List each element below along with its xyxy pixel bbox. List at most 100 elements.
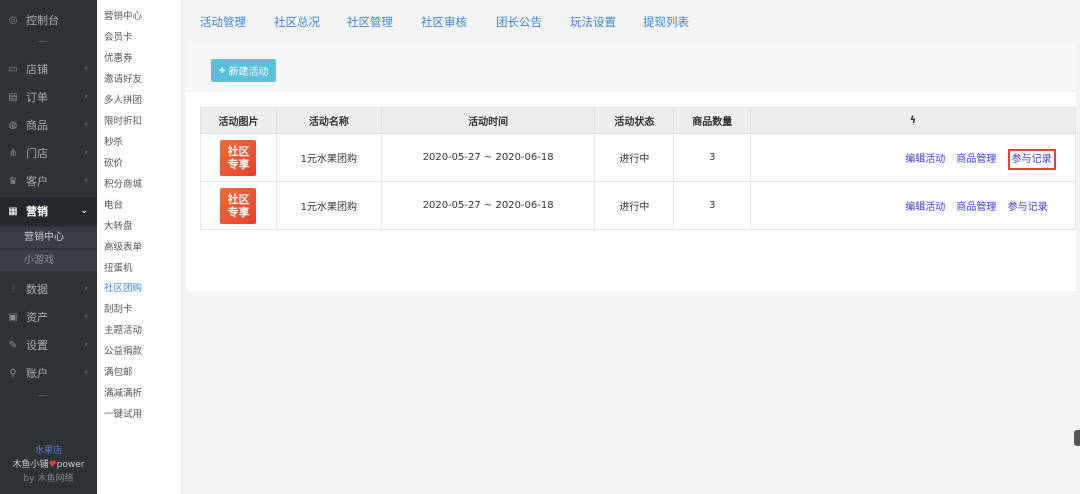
activity-time: 2020-05-27 ~ 2020-06-18 bbox=[380, 133, 596, 182]
brand-line: 木鱼小铺♥power bbox=[12, 460, 85, 470]
chevron-left-icon: ‹ bbox=[84, 64, 88, 74]
column-header: 商品数量 bbox=[673, 107, 752, 134]
submenu-item[interactable]: 主题活动 bbox=[104, 322, 142, 340]
sidebar-sub-mini-games[interactable]: 小游戏 bbox=[0, 250, 97, 271]
goods-count: 3 bbox=[673, 181, 752, 230]
submenu-item[interactable]: 限时折扣 bbox=[104, 113, 142, 131]
tab-activity-management[interactable]: 活动管理 bbox=[200, 14, 246, 30]
chevron-left-icon: ‹ bbox=[84, 92, 88, 102]
row-actions: 编辑活动 商品管理 参与记录 bbox=[750, 133, 1076, 182]
order-icon: ▤ bbox=[8, 91, 18, 103]
sidebar-item-assets[interactable]: ▣ 资产 ‹ bbox=[0, 303, 97, 331]
tab-leader-notice[interactable]: 团长公告 bbox=[496, 14, 542, 30]
tab-community-management[interactable]: 社区管理 bbox=[347, 14, 393, 30]
goods-count: 3 bbox=[673, 133, 752, 182]
assets-icon: ▣ bbox=[8, 311, 18, 323]
edit-activity-link[interactable]: 编辑活动 bbox=[905, 154, 945, 165]
tab-community-review[interactable]: 社区审核 bbox=[421, 14, 467, 30]
scroll-handle[interactable] bbox=[1074, 430, 1080, 446]
activity-thumbnail[interactable]: 社区 专享 bbox=[220, 187, 257, 224]
sidebar-separator: — bbox=[38, 36, 48, 47]
chevron-left-icon: ‹ bbox=[84, 148, 88, 158]
sidebar-item-goods[interactable]: ◍ 商品 ‹ bbox=[0, 111, 97, 139]
chevron-left-icon: ‹ bbox=[84, 120, 88, 130]
sidebar-item-account[interactable]: ⚲ 账户 ‹ bbox=[0, 359, 97, 387]
submenu-item[interactable]: 会员卡 bbox=[104, 29, 133, 47]
participation-records-link[interactable]: 参与记录 bbox=[1007, 149, 1056, 170]
activity-panel: + 新建活动 活动图片 活动名称 活动时间 活动状态 商品数量 ϟ 社区 专享 1… bbox=[186, 42, 1076, 291]
activity-time: 2020-05-27 ~ 2020-06-18 bbox=[380, 181, 596, 230]
activity-status: 进行中 bbox=[594, 181, 675, 230]
data-icon: ⫶ bbox=[11, 283, 15, 295]
store-icon: ⋔ bbox=[8, 147, 18, 159]
submenu-item[interactable]: 一键试用 bbox=[104, 406, 142, 424]
marketing-submenu: 营销中心 会员卡 优惠券 邀请好友 多人拼团 限时折扣 秒杀 砍价 积分商城 电… bbox=[97, 0, 182, 494]
plus-icon: + bbox=[219, 64, 226, 77]
sidebar-item-marketing[interactable]: ▦ 营销 ⌄ bbox=[0, 197, 97, 225]
sidebar-item-dashboard[interactable]: ◎ 控制台 bbox=[0, 6, 97, 34]
new-activity-button[interactable]: + 新建活动 bbox=[211, 59, 277, 82]
goods-icon: ◍ bbox=[8, 119, 18, 131]
activity-name: 1元水果团购 bbox=[275, 133, 382, 182]
submenu-item[interactable]: 积分商城 bbox=[104, 176, 142, 194]
sidebar-item-store[interactable]: ⋔ 门店 ‹ bbox=[0, 139, 97, 167]
table-row: 社区 专享 1元水果团购 2020-05-27 ~ 2020-06-18 进行中 … bbox=[200, 133, 1076, 182]
sidebar-sub-marketing-center[interactable]: 营销中心 bbox=[0, 227, 97, 248]
column-header: 活动图片 bbox=[200, 107, 277, 134]
goods-management-link[interactable]: 商品管理 bbox=[956, 202, 996, 213]
sidebar-item-settings[interactable]: ✎ 设置 ‹ bbox=[0, 331, 97, 359]
row-actions: 编辑活动 商品管理 参与记录 bbox=[750, 181, 1076, 230]
activity-status: 进行中 bbox=[594, 133, 675, 182]
goods-management-link[interactable]: 商品管理 bbox=[956, 154, 996, 165]
tab-play-settings[interactable]: 玩法设置 bbox=[570, 14, 616, 30]
toolbar: + 新建活动 bbox=[186, 42, 1076, 92]
submenu-item[interactable]: 秒杀 bbox=[104, 134, 123, 152]
submenu-item[interactable]: 营销中心 bbox=[104, 8, 142, 26]
column-header: 活动状态 bbox=[594, 107, 675, 134]
table-header-row: 活动图片 活动名称 活动时间 活动状态 商品数量 ϟ bbox=[200, 107, 1076, 134]
submenu-item[interactable]: 大转盘 bbox=[104, 218, 133, 236]
sidebar-item-data[interactable]: ⫶ 数据 ‹ bbox=[0, 275, 97, 303]
dashboard-icon: ◎ bbox=[8, 14, 18, 26]
submenu-item[interactable]: 电台 bbox=[104, 197, 123, 215]
sidebar-item-customer[interactable]: ♛ 客户 ‹ bbox=[0, 167, 97, 195]
heart-icon: ♥ bbox=[48, 460, 57, 470]
marketing-icon: ▦ bbox=[8, 205, 18, 217]
chevron-left-icon: ‹ bbox=[84, 368, 88, 378]
submenu-item[interactable]: 公益捐款 bbox=[104, 343, 142, 361]
submenu-item[interactable]: 扭蛋机 bbox=[104, 260, 133, 278]
participation-records-link[interactable]: 参与记录 bbox=[1008, 202, 1048, 213]
customer-icon: ♛ bbox=[8, 175, 18, 187]
main-sidebar: ◎ 控制台 — ▭ 店铺 ‹ ▤ 订单 ‹ ◍ 商品 ‹ ⋔ 门店 ‹ ♛ 客户… bbox=[0, 0, 97, 494]
sidebar-separator: — bbox=[38, 390, 48, 401]
tab-withdraw-list[interactable]: 提现列表 bbox=[643, 14, 689, 30]
submenu-item-community-group-buy[interactable]: 社区团购 bbox=[104, 280, 142, 298]
settings-icon: ✎ bbox=[8, 339, 18, 351]
activity-name: 1元水果团购 bbox=[275, 181, 382, 230]
column-header: 活动名称 bbox=[275, 107, 382, 134]
top-tabs: 活动管理 社区总况 社区管理 社区审核 团长公告 玩法设置 提现列表 bbox=[182, 0, 1080, 42]
submenu-item[interactable]: 高级表单 bbox=[104, 239, 142, 257]
shop-name[interactable]: 水果店 bbox=[0, 444, 97, 458]
tab-community-overview[interactable]: 社区总况 bbox=[274, 14, 320, 30]
submenu-item[interactable]: 满包邮 bbox=[104, 364, 133, 382]
sidebar-footer: 水果店 木鱼小铺♥power by 木鱼网络 bbox=[0, 444, 97, 486]
submenu-item[interactable]: 邀请好友 bbox=[104, 71, 142, 89]
chevron-left-icon: ‹ bbox=[84, 312, 88, 322]
submenu-item[interactable]: 满减满折 bbox=[104, 385, 142, 403]
edit-activity-link[interactable]: 编辑活动 bbox=[905, 202, 945, 213]
chevron-down-icon: ⌄ bbox=[80, 206, 88, 216]
sidebar-item-order[interactable]: ▤ 订单 ‹ bbox=[0, 83, 97, 111]
account-icon: ⚲ bbox=[9, 367, 17, 379]
chevron-left-icon: ‹ bbox=[84, 176, 88, 186]
activity-table: 活动图片 活动名称 活动时间 活动状态 商品数量 ϟ 社区 专享 1元水果团购 2… bbox=[200, 107, 1076, 230]
submenu-item[interactable]: 多人拼团 bbox=[104, 92, 142, 110]
chevron-left-icon: ‹ bbox=[84, 284, 88, 294]
submenu-item[interactable]: 砍价 bbox=[104, 155, 123, 173]
sidebar-item-shop[interactable]: ▭ 店铺 ‹ bbox=[0, 55, 97, 83]
submenu-item[interactable]: 优惠券 bbox=[104, 50, 133, 68]
brand-by: by 木鱼网络 bbox=[23, 474, 74, 484]
submenu-item[interactable]: 刮刮卡 bbox=[104, 301, 133, 319]
activity-thumbnail[interactable]: 社区 专享 bbox=[220, 139, 257, 176]
column-header: 活动时间 bbox=[380, 107, 596, 134]
